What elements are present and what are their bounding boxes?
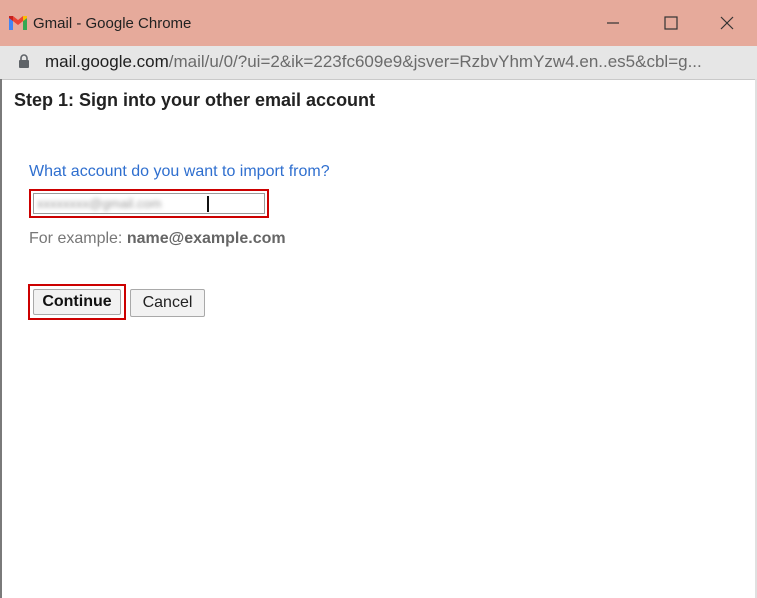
- text-caret: [207, 196, 209, 212]
- email-field-value: xxxxxxxx@gmail.com: [37, 196, 162, 211]
- url-text[interactable]: mail.google.com/mail/u/0/?ui=2&ik=223fc6…: [45, 52, 745, 72]
- example-hint: For example: name@example.com: [29, 230, 286, 248]
- maximize-icon[interactable]: [660, 12, 682, 34]
- highlight-box-continue: Continue: [28, 284, 126, 320]
- import-account-question: What account do you want to import from?: [29, 163, 330, 180]
- window-border-left: [0, 79, 2, 598]
- step-title: Step 1: Sign into your other email accou…: [14, 90, 376, 110]
- url-path: /mail/u/0/?ui=2&ik=223fc609e9&jsver=Rzbv…: [168, 52, 702, 71]
- close-icon[interactable]: [716, 12, 738, 34]
- address-bar[interactable]: mail.google.com/mail/u/0/?ui=2&ik=223fc6…: [0, 46, 757, 80]
- url-host: mail.google.com: [45, 52, 169, 71]
- window-title: Gmail - Google Chrome: [33, 15, 192, 32]
- email-field[interactable]: xxxxxxxx@gmail.com: [33, 193, 265, 214]
- continue-button[interactable]: Continue: [33, 289, 121, 315]
- lock-icon[interactable]: [18, 54, 30, 69]
- highlight-box-email: xxxxxxxx@gmail.com: [29, 189, 269, 218]
- browser-titlebar: Gmail - Google Chrome: [0, 0, 757, 46]
- example-value: name@example.com: [126, 230, 286, 247]
- minimize-icon[interactable]: [602, 12, 624, 34]
- example-prefix: For example:: [29, 230, 123, 247]
- cancel-button[interactable]: Cancel: [130, 289, 205, 317]
- gmail-icon: [9, 16, 27, 30]
